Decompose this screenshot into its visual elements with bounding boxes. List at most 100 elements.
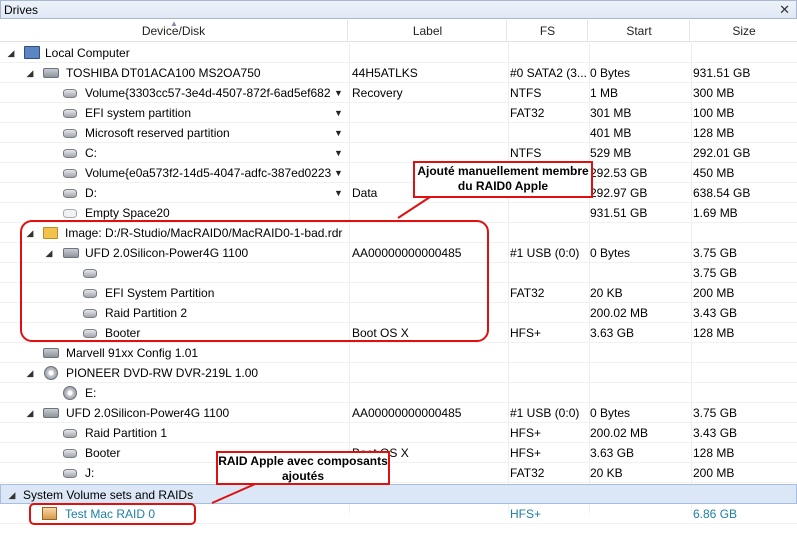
column-fs[interactable]: FS	[508, 20, 588, 42]
tree-row-volume[interactable]: J: FAT32 20 KB 200 MB	[0, 463, 797, 483]
column-label[interactable]: Label	[349, 20, 507, 42]
row-size: 292.01 GB	[693, 146, 751, 160]
tree-row-volume[interactable]: EFI system partition ▼ FAT32 301 MB 100 …	[0, 103, 797, 123]
volume-icon	[83, 266, 99, 280]
expand-arrow-icon[interactable]: ◢	[24, 63, 36, 83]
raid-icon	[42, 507, 58, 521]
row-fs: FAT32	[510, 286, 545, 300]
callout-raid-components: RAID Apple avec composants ajoutés	[216, 451, 390, 485]
row-name: Booter	[85, 446, 121, 460]
row-start	[590, 263, 688, 283]
dropdown-arrow-icon[interactable]: ▼	[334, 103, 343, 123]
row-size: 931.51 GB	[693, 66, 751, 80]
close-icon[interactable]: ✕	[779, 2, 790, 18]
tree-row-volume[interactable]: Booter Boot OS X HFS+ 3.63 GB 128 MB	[0, 323, 797, 343]
row-name: Microsoft reserved partition	[85, 126, 230, 140]
tree-row-volume[interactable]: EFI System Partition FAT32 20 KB 200 MB	[0, 283, 797, 303]
row-name: TOSHIBA DT01ACA100 MS2OA750	[66, 66, 261, 80]
dropdown-arrow-icon[interactable]: ▼	[334, 83, 343, 103]
tree-row-disk[interactable]: Marvell 91xx Config 1.01	[0, 343, 797, 363]
expand-arrow-icon[interactable]: ◢	[5, 43, 17, 63]
tree-row-local-computer[interactable]: ◢ Local Computer	[0, 43, 797, 63]
tree-row-dvd-disc[interactable]: E:	[0, 383, 797, 403]
volume-icon	[83, 326, 99, 340]
row-name: D:	[85, 186, 97, 200]
row-name: Local Computer	[45, 46, 130, 60]
row-name: Empty Space20	[85, 206, 170, 220]
expand-arrow-icon[interactable]: ◢	[24, 363, 36, 383]
row-size: 6.86 GB	[693, 507, 738, 521]
row-size: 1.69 MB	[693, 206, 738, 220]
row-name: PIONEER DVD-RW DVR-219L 1.00	[66, 366, 259, 380]
row-name: Test Mac RAID 0	[65, 507, 156, 521]
dropdown-arrow-icon[interactable]: ▼	[334, 143, 343, 163]
dropdown-arrow-icon[interactable]: ▼	[334, 123, 343, 143]
hard-disk-icon	[63, 246, 79, 260]
tree-row-volume[interactable]: Raid Partition 2 200.02 MB 3.43 GB	[0, 303, 797, 323]
tree-row-disk[interactable]: ◢ TOSHIBA DT01ACA100 MS2OA750 44H5ATLKS …	[0, 63, 797, 83]
tree-row-disk[interactable]: ◢ UFD 2.0Silicon-Power4G 1100 AA00000000…	[0, 403, 797, 423]
row-size: 3.43 GB	[693, 306, 738, 320]
row-start: 0 Bytes	[590, 406, 631, 420]
column-header: ▲ Device/Disk Label FS Start Size	[0, 19, 797, 42]
volume-icon	[63, 466, 79, 480]
tree-row-raid-section[interactable]: ◢ System Volume sets and RAIDs	[0, 484, 797, 504]
row-size: 128 MB	[693, 126, 735, 140]
tree-row-raid[interactable]: Test Mac RAID 0 HFS+ 6.86 GB	[0, 504, 797, 524]
row-size: 128 MB	[693, 446, 735, 460]
row-size: 200 MB	[693, 466, 735, 480]
row-start: 292.53 GB	[590, 166, 648, 180]
tree-row-volume[interactable]: 3.75 GB	[0, 263, 797, 283]
row-size: 100 MB	[693, 106, 735, 120]
volume-icon	[63, 426, 79, 440]
volume-icon	[63, 106, 79, 120]
tree-row-empty-space[interactable]: Empty Space20 931.51 GB 1.69 MB	[0, 203, 797, 223]
row-name: Volume{3303cc57-3e4d-4507-872f-6ad5ef682…	[85, 86, 331, 100]
row-name: EFI System Partition	[105, 286, 215, 300]
row-size: 3.75 GB	[693, 246, 738, 260]
row-name: EFI system partition	[85, 106, 192, 120]
row-label: Boot OS X	[352, 326, 409, 340]
row-fs: HFS+	[510, 507, 542, 521]
row-size: 450 MB	[693, 166, 735, 180]
row-fs: FAT32	[510, 106, 545, 120]
expand-arrow-icon[interactable]: ◢	[24, 403, 36, 423]
column-start[interactable]: Start	[589, 20, 690, 42]
row-size: 128 MB	[693, 326, 735, 340]
row-start: 931.51 GB	[590, 206, 648, 220]
tree-row-volume[interactable]: C: ▼ NTFS 529 MB 292.01 GB	[0, 143, 797, 163]
tree-row-volume[interactable]: Raid Partition 1 HFS+ 200.02 MB 3.43 GB	[0, 423, 797, 443]
row-label	[352, 203, 506, 223]
expand-arrow-icon[interactable]: ◢	[6, 485, 18, 505]
expand-arrow-icon[interactable]: ◢	[24, 223, 36, 243]
column-device-disk[interactable]: ▲ Device/Disk	[0, 19, 348, 42]
tree-row-volume[interactable]: Microsoft reserved partition ▼ 401 MB 12…	[0, 123, 797, 143]
tree-row-volume[interactable]: Volume{3303cc57-3e4d-4507-872f-6ad5ef682…	[0, 83, 797, 103]
column-size[interactable]: Size	[691, 20, 797, 42]
expand-arrow-icon[interactable]: ◢	[43, 243, 55, 263]
dvd-drive-icon	[44, 366, 60, 380]
dropdown-arrow-icon[interactable]: ▼	[334, 163, 343, 183]
row-size: 3.43 GB	[693, 426, 738, 440]
tree-row-disk[interactable]: ◢ UFD 2.0Silicon-Power4G 1100 AA00000000…	[0, 243, 797, 263]
dropdown-arrow-icon[interactable]: ▼	[334, 183, 343, 203]
row-size: 3.75 GB	[693, 406, 738, 420]
volume-icon	[83, 286, 99, 300]
row-fs: HFS+	[510, 426, 542, 440]
row-start: 0 Bytes	[590, 66, 631, 80]
tree-row-volume[interactable]: Volume{e0a573f2-14d5-4047-adfc-387ed0223…	[0, 163, 797, 183]
volume-icon	[63, 446, 79, 460]
tree-row-volume[interactable]: D: ▼ Data 292.97 GB 638.54 GB	[0, 183, 797, 203]
row-label	[352, 283, 506, 303]
tree-row-dvd-drive[interactable]: ◢ PIONEER DVD-RW DVR-219L 1.00	[0, 363, 797, 383]
row-name: System Volume sets and RAIDs	[23, 488, 194, 502]
drives-panel-titlebar: Drives ✕	[0, 0, 797, 19]
hard-disk-icon	[43, 346, 59, 360]
tree-row-image[interactable]: ◢ Image: D:/R-Studio/MacRAID0/MacRAID0-1…	[0, 223, 797, 243]
row-fs: FAT32	[510, 466, 545, 480]
tree-row-volume[interactable]: Booter Boot OS X HFS+ 3.63 GB 128 MB	[0, 443, 797, 463]
volume-icon	[63, 186, 79, 200]
row-name: J:	[85, 466, 95, 480]
row-start: 20 KB	[590, 466, 623, 480]
volume-icon	[63, 86, 79, 100]
